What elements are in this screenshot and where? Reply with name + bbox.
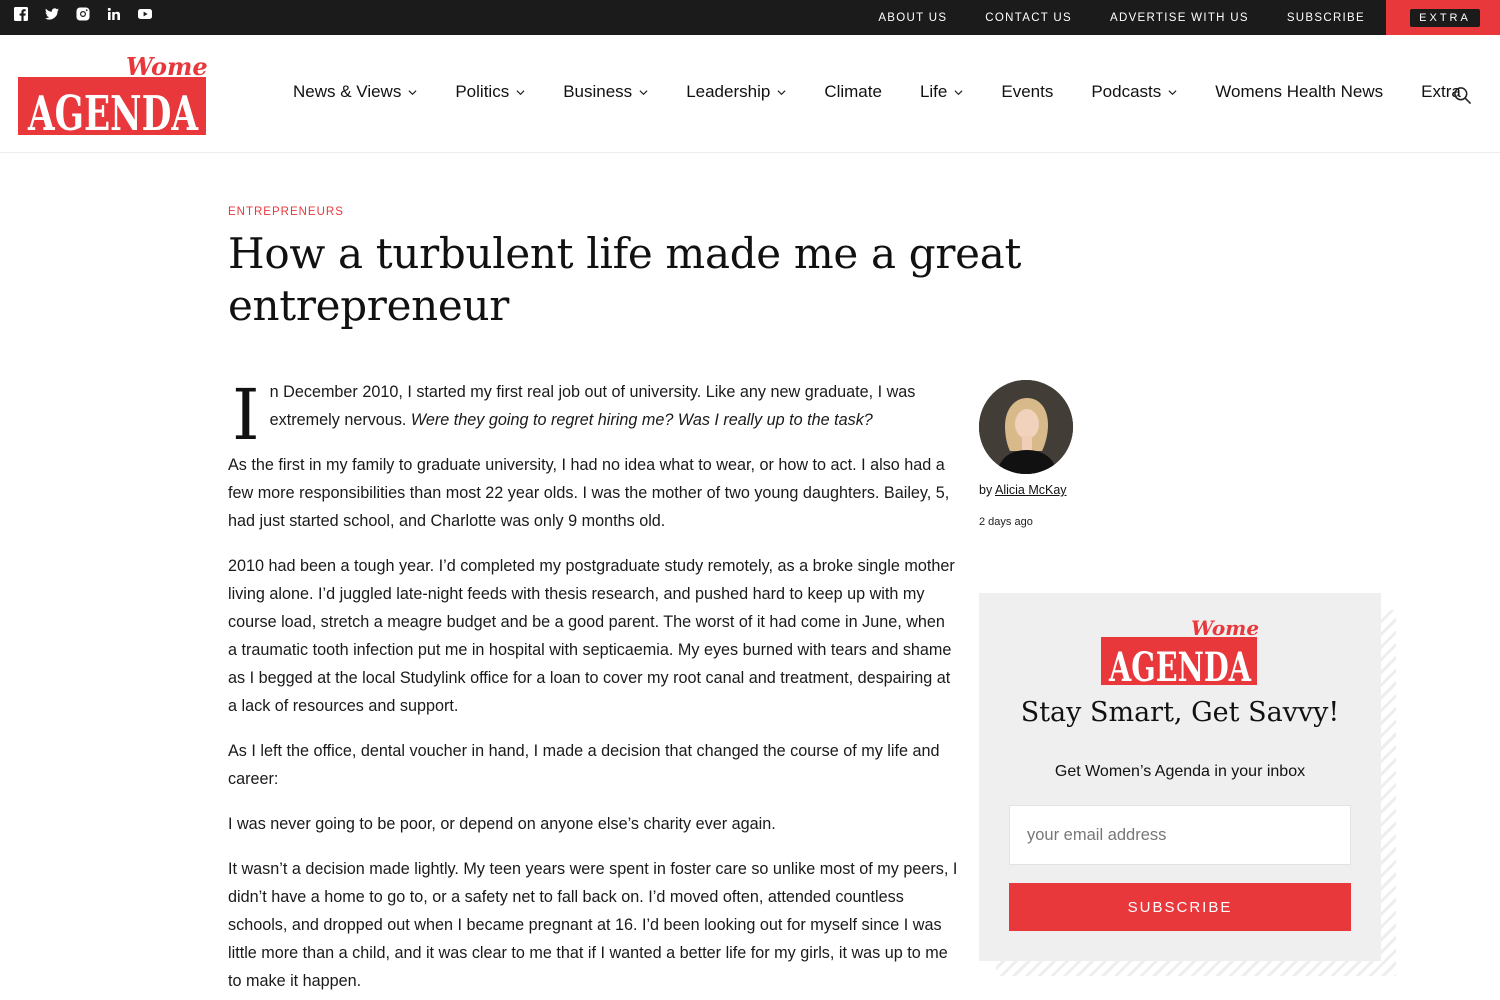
publish-time: 2 days ago	[979, 516, 1033, 528]
logo-agenda-text: AGENDA	[27, 86, 198, 137]
nav-womens-health-news[interactable]: Womens Health News	[1215, 82, 1383, 102]
author-avatar[interactable]	[979, 380, 1073, 474]
instagram-icon[interactable]	[76, 7, 90, 21]
author-byline: by Alicia McKay	[979, 483, 1067, 497]
site-header: Women's AGENDA News & Views Politics Bus…	[0, 35, 1500, 153]
email-field[interactable]	[1009, 805, 1351, 865]
newsletter-logo: Women's AGENDA	[1101, 616, 1291, 691]
article-paragraph: As I left the office, dental voucher in …	[228, 742, 940, 788]
article-category[interactable]: ENTREPRENEURS	[228, 206, 344, 218]
subscribe-button[interactable]: SUBSCRIBE	[1009, 883, 1351, 931]
top-bar: ABOUT US CONTACT US ADVERTISE WITH US SU…	[0, 0, 1500, 35]
article-title: How a turbulent life made me a great ent…	[228, 229, 1022, 330]
chevron-down-icon	[639, 88, 648, 97]
facebook-icon[interactable]	[14, 7, 28, 21]
drop-cap: I	[232, 374, 260, 456]
contact-us-link[interactable]: CONTACT US	[985, 12, 1072, 24]
newsletter-box: Women's AGENDA Stay Smart, Get Savvy! Ge…	[979, 593, 1381, 961]
article-paragraph: I was never going to be poor, or depend …	[228, 815, 776, 833]
author-link[interactable]: Alicia McKay	[995, 483, 1067, 497]
newsletter-title: Stay Smart, Get Savvy!	[1020, 697, 1340, 728]
nav-leadership[interactable]: Leadership	[686, 82, 786, 102]
nav-life[interactable]: Life	[920, 82, 963, 102]
nav-politics[interactable]: Politics	[455, 82, 525, 102]
chevron-down-icon	[1168, 88, 1177, 97]
social-links	[14, 7, 169, 21]
nav-climate[interactable]: Climate	[824, 82, 882, 102]
about-us-link[interactable]: ABOUT US	[878, 12, 947, 24]
chevron-down-icon	[408, 88, 417, 97]
search-icon[interactable]	[1453, 86, 1472, 105]
logo-agenda-text: AGENDA	[1108, 644, 1251, 687]
logo-womens-text: Women's	[126, 53, 208, 81]
article-paragraph: 2010 had been a tough year. I’d complete…	[228, 557, 955, 715]
youtube-icon[interactable]	[138, 7, 152, 21]
article-paragraph: It wasn’t a decision made lightly. My te…	[228, 860, 958, 990]
advertise-link[interactable]: ADVERTISE WITH US	[1110, 12, 1249, 24]
logo-womens-text: Women's	[1191, 617, 1259, 640]
article-paragraph: As the first in my family to graduate un…	[228, 456, 950, 530]
subscribe-link[interactable]: SUBSCRIBE	[1287, 12, 1365, 24]
twitter-icon[interactable]	[45, 7, 59, 21]
article-body: In December 2010, I started my first rea…	[228, 378, 958, 1000]
extra-label: EXTRA	[1410, 9, 1480, 27]
chevron-down-icon	[516, 88, 525, 97]
chevron-down-icon	[954, 88, 963, 97]
nav-business[interactable]: Business	[563, 82, 648, 102]
nav-events[interactable]: Events	[1001, 82, 1053, 102]
nav-podcasts[interactable]: Podcasts	[1091, 82, 1177, 102]
utility-links: ABOUT US CONTACT US ADVERTISE WITH US SU…	[840, 0, 1365, 35]
linkedin-icon[interactable]	[107, 7, 121, 21]
article-paragraph: In December 2010, I started my first rea…	[232, 374, 916, 456]
nav-news-views[interactable]: News & Views	[293, 82, 417, 102]
main-nav: News & Views Politics Business Leadershi…	[293, 82, 1499, 102]
extra-button[interactable]: EXTRA	[1386, 0, 1500, 35]
site-logo[interactable]: Women's AGENDA	[18, 52, 246, 142]
chevron-down-icon	[777, 88, 786, 97]
newsletter-subtitle: Get Women’s Agenda in your inbox	[1054, 763, 1306, 780]
